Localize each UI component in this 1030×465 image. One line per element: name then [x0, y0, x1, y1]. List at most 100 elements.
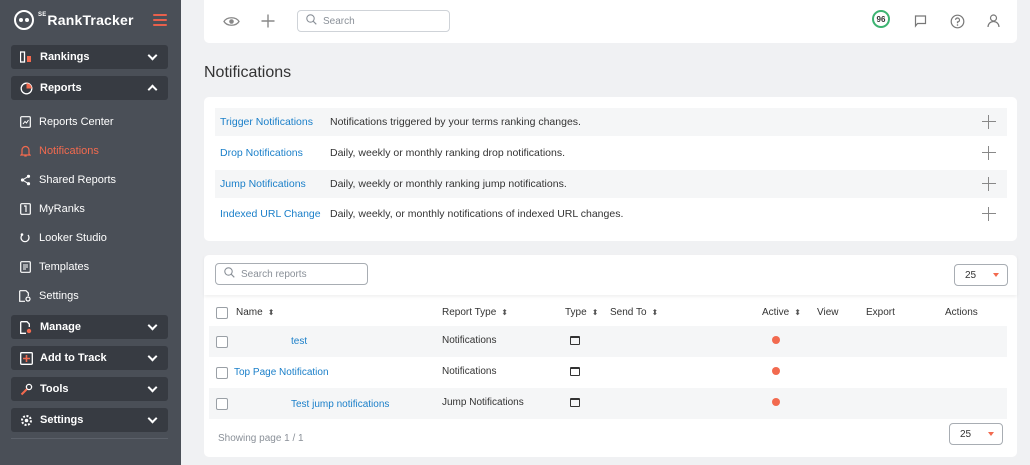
col-header-actions: Actions — [945, 307, 978, 318]
global-search — [297, 10, 450, 32]
looker-icon — [19, 232, 31, 244]
sidebar-item-templates[interactable]: Templates — [0, 252, 181, 281]
sidebar-item-looker-studio[interactable]: Looker Studio — [0, 223, 181, 252]
report-type-cell: Notifications — [442, 335, 497, 346]
global-search-input[interactable] — [323, 15, 433, 27]
chevron-down-icon — [147, 50, 158, 60]
reports-table-card: 25 Name⬍ Report Type⬍ Type⬍ Send To⬍ Act… — [204, 255, 1017, 457]
template-icon — [19, 260, 31, 273]
sidebar-item-myranks[interactable]: MyRanks — [0, 194, 181, 223]
row-checkbox[interactable] — [216, 336, 228, 348]
col-header-view: View — [817, 307, 839, 318]
notification-types-card: Trigger Notifications Notifications trig… — [204, 97, 1017, 241]
user-icon[interactable] — [984, 12, 1002, 30]
caret-down-icon — [993, 273, 999, 277]
add-trigger-notification-icon[interactable] — [981, 114, 997, 130]
sidebar-item-report-settings[interactable]: Settings — [0, 281, 181, 310]
add-icon[interactable] — [259, 12, 277, 30]
report-name-link[interactable]: Top Page Notification — [234, 367, 329, 378]
myranks-icon — [19, 202, 31, 215]
col-header-name[interactable]: Name ⬍ — [236, 307, 274, 318]
nav-group-add-to-track[interactable]: Add to Track — [11, 346, 168, 370]
health-score-badge[interactable]: 96 — [872, 10, 890, 28]
table-row: Test jump notifications Jump Notificatio… — [209, 388, 1007, 419]
sidebar-item-label: Reports Center — [39, 115, 114, 128]
logo[interactable]: SERankTracker — [14, 10, 134, 30]
notification-description: Daily, weekly or monthly ranking drop no… — [330, 147, 565, 159]
settings-doc-icon — [19, 289, 31, 302]
feedback-icon[interactable] — [911, 12, 929, 30]
chevron-down-icon — [147, 351, 158, 361]
caret-down-icon — [988, 432, 994, 436]
active-status-dot — [772, 336, 780, 344]
nav-group-label: Rankings — [40, 51, 90, 63]
sidebar-item-notifications[interactable]: Notifications — [0, 136, 181, 165]
per-page-select-top[interactable]: 25 — [954, 264, 1008, 286]
sort-icon: ⬍ — [267, 308, 275, 317]
chevron-up-icon — [147, 84, 158, 95]
sidebar-item-label: Settings — [39, 289, 79, 302]
help-icon[interactable] — [948, 12, 966, 30]
add-indexed-url-notification-icon[interactable] — [981, 206, 997, 222]
jump-notifications-link[interactable]: Jump Notifications — [215, 178, 330, 190]
report-type-cell: Jump Notifications — [442, 397, 524, 408]
report-type-cell: Notifications — [442, 366, 497, 377]
top-bar: 96 — [204, 0, 1017, 43]
bar-chart-icon — [19, 50, 33, 64]
sidebar-item-label: Shared Reports — [39, 173, 117, 186]
sidebar-item-label: MyRanks — [39, 202, 85, 215]
sort-icon: ⬍ — [794, 308, 801, 317]
row-checkbox[interactable] — [216, 367, 228, 379]
chevron-down-icon — [147, 382, 158, 392]
notification-description: Notifications triggered by your terms ra… — [330, 116, 581, 128]
sidebar-divider — [11, 438, 168, 439]
select-all-checkbox[interactable] — [216, 307, 228, 319]
search-icon — [306, 14, 317, 28]
pagination-info: Showing page 1 / 1 — [218, 433, 304, 444]
bell-icon — [19, 145, 31, 157]
notification-type-row: Drop Notifications Daily, weekly or mont… — [215, 139, 1007, 167]
row-checkbox[interactable] — [216, 398, 228, 410]
col-header-report-type[interactable]: Report Type ⬍ — [442, 307, 508, 318]
sidebar-item-label: Looker Studio — [39, 231, 107, 244]
calendar-icon — [570, 367, 580, 376]
drop-notifications-link[interactable]: Drop Notifications — [215, 147, 330, 159]
nav-group-label: Reports — [40, 82, 82, 94]
notification-type-row: Indexed URL Change Daily, weekly, or mon… — [215, 200, 1007, 228]
col-header-send-to[interactable]: Send To ⬍ — [610, 307, 658, 318]
nav-group-tools[interactable]: Tools — [11, 377, 168, 401]
add-jump-notification-icon[interactable] — [981, 176, 997, 192]
report-doc-icon — [19, 115, 31, 128]
report-name-link[interactable]: test — [291, 336, 307, 347]
reports-toolbar: 25 — [204, 255, 1017, 295]
trigger-notifications-link[interactable]: Trigger Notifications — [215, 116, 330, 128]
indexed-url-change-link[interactable]: Indexed URL Change — [215, 208, 330, 220]
active-status-dot — [772, 398, 780, 406]
chevron-down-icon — [147, 413, 158, 423]
sidebar-item-label: Notifications — [39, 144, 99, 157]
hamburger-menu-icon[interactable] — [153, 14, 167, 26]
eye-icon[interactable] — [222, 12, 240, 30]
per-page-select-bottom[interactable]: 25 — [949, 423, 1003, 445]
page-title: Notifications — [204, 64, 292, 81]
reports-search-input[interactable] — [241, 268, 351, 280]
nav-group-label: Tools — [40, 383, 69, 395]
calendar-icon — [570, 336, 580, 345]
per-page-value: 25 — [965, 269, 977, 281]
add-drop-notification-icon[interactable] — [981, 145, 997, 161]
search-icon — [224, 267, 235, 281]
chevron-down-icon — [147, 320, 158, 330]
nav-group-manage[interactable]: Manage — [11, 315, 168, 339]
notification-type-row: Jump Notifications Daily, weekly or mont… — [215, 170, 1007, 198]
report-name-link[interactable]: Test jump notifications — [291, 399, 389, 410]
calendar-icon — [570, 398, 580, 407]
nav-group-reports[interactable]: Reports — [11, 76, 168, 100]
sidebar-item-reports-center[interactable]: Reports Center — [0, 107, 181, 136]
nav-group-rankings[interactable]: Rankings — [11, 45, 168, 69]
col-header-active[interactable]: Active ⬍ — [762, 307, 801, 318]
add-box-icon — [19, 351, 33, 365]
col-header-type[interactable]: Type ⬍ — [565, 307, 598, 318]
sidebar-item-shared-reports[interactable]: Shared Reports — [0, 165, 181, 194]
nav-group-settings[interactable]: Settings — [11, 408, 168, 432]
notification-type-row: Trigger Notifications Notifications trig… — [215, 108, 1007, 136]
